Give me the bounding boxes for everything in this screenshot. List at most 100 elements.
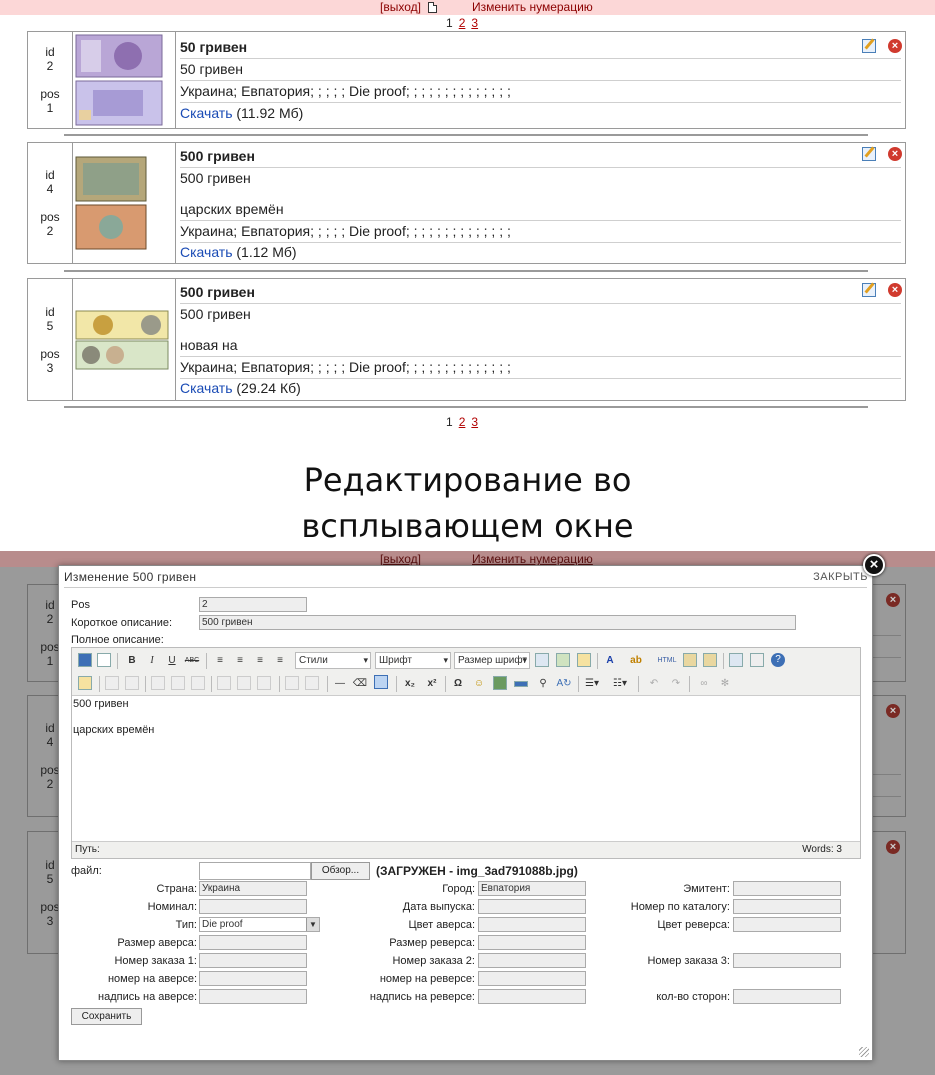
pager-page-2[interactable]: 2 <box>459 16 466 30</box>
browse-button[interactable]: Обзор... <box>311 862 370 880</box>
find-icon[interactable]: ⚲ <box>535 676 551 692</box>
underline-icon[interactable]: U <box>164 653 180 669</box>
card-props: Украина; Евпатория; ; ; ; ; Die proof; ;… <box>180 221 901 243</box>
font-select[interactable]: Шрифт <box>375 652 451 669</box>
delete-icon[interactable]: × <box>888 39 902 53</box>
smiley-icon[interactable]: ☺ <box>471 676 487 692</box>
nominal-input[interactable] <box>199 899 307 914</box>
preview-icon[interactable] <box>729 653 743 667</box>
banknote-thumbnail[interactable] <box>73 279 176 400</box>
download-link[interactable]: Скачать <box>180 105 233 121</box>
highlight-color-icon[interactable]: ab <box>628 653 644 669</box>
insert-col-icon[interactable] <box>217 676 231 690</box>
city-input[interactable]: Евпатория <box>478 881 586 896</box>
country-input[interactable]: Украина <box>199 881 307 896</box>
save-button[interactable]: Сохранить <box>71 1008 142 1025</box>
new-page-icon[interactable] <box>97 653 111 667</box>
download-link[interactable]: Скачать <box>180 380 233 396</box>
undo-icon[interactable]: ↶ <box>646 676 662 692</box>
subscript-icon[interactable]: x₂ <box>402 676 418 692</box>
catalog-number-input[interactable] <box>733 899 841 914</box>
pos-input[interactable]: 2 <box>199 597 307 612</box>
save-icon[interactable] <box>78 653 92 667</box>
align-right-icon[interactable]: ≡ <box>252 653 268 669</box>
pager-page-3[interactable]: 3 <box>471 16 478 30</box>
delete-icon[interactable]: × <box>888 147 902 161</box>
link-icon[interactable]: ∞ <box>696 676 712 692</box>
merge-cells-icon[interactable] <box>305 676 319 690</box>
flash-icon[interactable] <box>556 653 570 667</box>
html-source-icon[interactable]: HTML <box>656 653 678 669</box>
short-desc-input[interactable]: 500 гривен <box>199 615 796 630</box>
exit-link[interactable]: [выход] <box>380 0 421 15</box>
eraser-icon[interactable]: ⌫ <box>352 676 368 692</box>
unlink-icon[interactable]: ✻ <box>717 676 733 692</box>
issuer-input[interactable] <box>733 881 841 896</box>
sides-count-input[interactable] <box>733 989 841 1004</box>
insert-row-icon[interactable] <box>151 676 165 690</box>
styles-select[interactable]: Стили <box>295 652 371 669</box>
banknote-thumbnail[interactable] <box>73 143 176 263</box>
type-select[interactable]: Die proof ▼ <box>199 917 320 932</box>
numbered-list-icon[interactable]: ☷▾ <box>612 676 628 692</box>
strikethrough-icon[interactable]: ABC <box>184 653 200 669</box>
table-icon[interactable] <box>374 675 388 689</box>
cleanup-icon[interactable] <box>577 653 591 667</box>
media-icon[interactable] <box>493 676 507 690</box>
paste-text-icon[interactable] <box>683 653 697 667</box>
bold-icon[interactable]: B <box>124 653 140 669</box>
order-1-input[interactable] <box>199 953 307 968</box>
resize-grip[interactable] <box>859 1047 869 1057</box>
image-icon[interactable] <box>535 653 549 667</box>
pager-page-2[interactable]: 2 <box>459 415 466 429</box>
modal-close-link[interactable]: ЗАКРЫТЬ <box>813 571 868 583</box>
edit-icon[interactable] <box>862 283 876 297</box>
reverse-inscription-input[interactable] <box>478 989 586 1004</box>
download-link[interactable]: Скачать <box>180 244 233 260</box>
reverse-size-input[interactable] <box>478 935 586 950</box>
italic-icon[interactable]: I <box>144 653 160 669</box>
renumber-link[interactable]: Изменить нумерацию <box>472 0 593 15</box>
align-center-icon[interactable]: ≡ <box>232 653 248 669</box>
help-icon[interactable]: ? <box>771 653 785 667</box>
insert-col-after-icon[interactable] <box>237 676 251 690</box>
delete-col-icon[interactable] <box>257 676 271 690</box>
split-cells-icon[interactable] <box>285 676 299 690</box>
special-char-icon[interactable]: Ω <box>450 676 466 692</box>
file-input[interactable] <box>199 862 311 880</box>
replace-icon[interactable]: A↻ <box>556 676 572 692</box>
order-2-input[interactable] <box>478 953 586 968</box>
obverse-inscription-input[interactable] <box>199 989 307 1004</box>
delete-row-icon[interactable] <box>191 676 205 690</box>
horizontal-rule-icon[interactable]: — <box>332 676 348 692</box>
redo-icon[interactable]: ↷ <box>668 676 684 692</box>
editor-content[interactable]: 500 гривен царских времён <box>72 696 860 841</box>
table-row-icon[interactable] <box>105 676 119 690</box>
paste-word-icon[interactable] <box>703 653 717 667</box>
superscript-icon[interactable]: x² <box>424 676 440 692</box>
align-left-icon[interactable]: ≡ <box>212 653 228 669</box>
insert-row-after-icon[interactable] <box>171 676 185 690</box>
bullet-list-icon[interactable]: ☰▾ <box>584 676 600 692</box>
pager-page-3[interactable]: 3 <box>471 415 478 429</box>
justify-icon[interactable]: ≡ <box>272 653 288 669</box>
table-col-icon[interactable] <box>125 676 139 690</box>
edit-icon[interactable] <box>862 147 876 161</box>
reverse-color-input[interactable] <box>733 917 841 932</box>
zoom-icon[interactable] <box>750 653 764 667</box>
edit-icon[interactable] <box>78 676 92 690</box>
obverse-number-input[interactable] <box>199 971 307 986</box>
obverse-color-input[interactable] <box>478 917 586 932</box>
page-break-icon[interactable] <box>514 681 528 687</box>
reverse-number-input[interactable] <box>478 971 586 986</box>
text-color-icon[interactable]: A <box>602 653 618 669</box>
edit-icon[interactable] <box>862 39 876 53</box>
document-icon[interactable] <box>428 2 437 13</box>
font-size-select[interactable]: Размер шрифт <box>454 652 530 669</box>
close-icon[interactable]: × <box>863 554 885 576</box>
delete-icon[interactable]: × <box>888 283 902 297</box>
order-3-input[interactable] <box>733 953 841 968</box>
banknote-thumbnail[interactable] <box>73 32 176 128</box>
obverse-size-input[interactable] <box>199 935 307 950</box>
issue-date-input[interactable] <box>478 899 586 914</box>
